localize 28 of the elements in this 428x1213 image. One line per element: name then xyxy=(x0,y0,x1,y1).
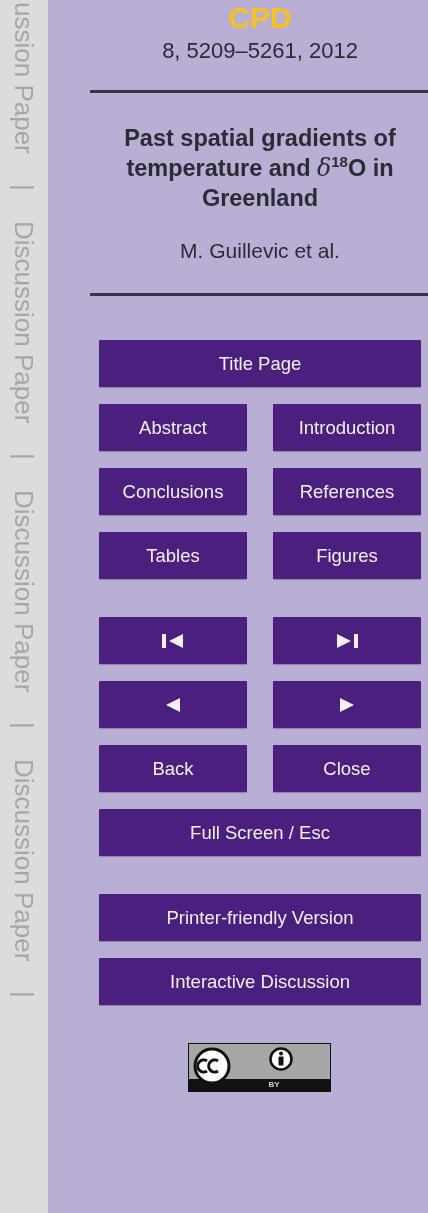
separator-mark: | xyxy=(11,991,37,998)
nav-button[interactable]: Introduction xyxy=(273,404,421,451)
nav-button[interactable]: Close xyxy=(273,745,421,792)
first-page-button[interactable] xyxy=(99,617,247,664)
last-page-icon xyxy=(336,632,358,649)
previous-icon xyxy=(166,696,180,713)
nav-button[interactable]: Interactive Discussion xyxy=(99,958,421,1005)
person-icon xyxy=(268,1047,293,1071)
separator-mark: | xyxy=(11,721,37,729)
nav-button[interactable]: Conclusions xyxy=(99,468,247,515)
nav-button[interactable]: Tables xyxy=(99,532,247,579)
paper-title: Past spatial gradients of temperature and δ$^{18}$O in Greenland xyxy=(123,124,397,213)
separator-mark: | xyxy=(11,452,37,460)
license-label: BY xyxy=(268,1079,280,1091)
nav-button[interactable]: Abstract xyxy=(99,404,247,451)
separator-mark: | xyxy=(11,183,37,191)
first-page-icon xyxy=(162,632,184,649)
nav-button[interactable]: Full Screen / Esc xyxy=(99,809,421,856)
last-page-button[interactable] xyxy=(273,617,421,664)
nav-button[interactable]: Title Page xyxy=(99,340,421,387)
nav-button[interactable]: Back xyxy=(99,745,247,792)
nav-button[interactable]: References xyxy=(273,468,421,515)
next-icon xyxy=(340,696,354,713)
authors: M. Guillevic et al. xyxy=(180,239,340,263)
nav-button[interactable]: Figures xyxy=(273,532,421,579)
journal-name: CPD xyxy=(228,2,292,34)
citation: 8, 5209–5261, 2012 xyxy=(162,38,358,64)
nav-button[interactable]: Printer-friendly Version xyxy=(99,894,421,941)
